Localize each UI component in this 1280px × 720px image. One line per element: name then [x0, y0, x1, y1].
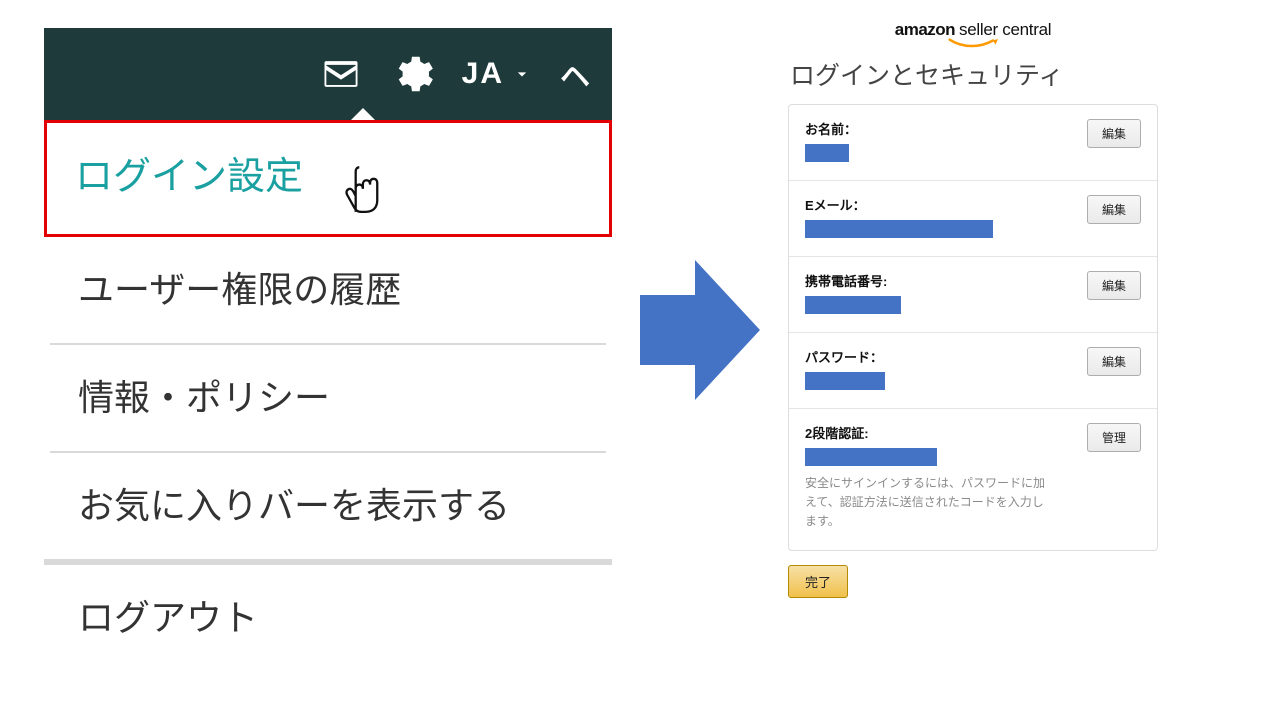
- menu-item-user-permission-history[interactable]: ユーザー権限の履歴: [44, 237, 612, 343]
- redacted-value: [805, 448, 937, 466]
- mail-icon[interactable]: [306, 52, 376, 96]
- amazon-seller-central-logo: amazonseller central: [788, 20, 1158, 48]
- logo-brand: amazon: [895, 20, 955, 39]
- redacted-value: [805, 296, 901, 314]
- row-password: パスワード： 編集: [789, 333, 1157, 409]
- menu-item-login-settings[interactable]: ログイン設定: [44, 120, 612, 237]
- menu-item-info-policy[interactable]: 情報・ポリシー: [44, 345, 612, 451]
- language-code: JA: [462, 57, 504, 91]
- edit-phone-button[interactable]: 編集: [1087, 271, 1141, 300]
- field-label-two-factor: 2段階認証:: [805, 423, 1087, 442]
- row-email: Eメール： 編集: [789, 181, 1157, 257]
- menu-item-logout[interactable]: ログアウト: [44, 565, 612, 671]
- settings-dropdown-screenshot: JA ヘ ログイン設定 ユーザー権限の履歴 情報・ポリシー お気に入りバーを表示…: [44, 28, 612, 671]
- redacted-value: [805, 372, 885, 390]
- field-label-email: Eメール：: [805, 195, 1087, 214]
- edit-email-button[interactable]: 編集: [1087, 195, 1141, 224]
- field-label-password: パスワード：: [805, 347, 1087, 366]
- edit-name-button[interactable]: 編集: [1087, 119, 1141, 148]
- amazon-smile-icon: [946, 38, 1000, 48]
- logo-product: seller central: [959, 20, 1051, 39]
- row-name: お名前： 編集: [789, 105, 1157, 181]
- page-title: ログインとセキュリティ: [790, 56, 1158, 92]
- manage-two-factor-button[interactable]: 管理: [1087, 423, 1141, 452]
- field-label-name: お名前：: [805, 119, 1087, 138]
- menu-item-label: ログアウト: [78, 597, 258, 638]
- security-settings-card: お名前： 編集 Eメール： 編集 携帯電話番号: 編集 パスワード：: [788, 104, 1158, 551]
- login-and-security-page: amazonseller central ログインとセキュリティ お名前： 編集…: [788, 20, 1158, 598]
- language-switcher[interactable]: JA: [462, 57, 532, 91]
- two-factor-description: 安全にサインインするには、パスワードに加えて、認証方法に送信されたコードを入力し…: [805, 474, 1045, 532]
- row-phone: 携帯電話番号: 編集: [789, 257, 1157, 333]
- redacted-value: [805, 144, 849, 162]
- gear-icon[interactable]: [376, 51, 446, 97]
- menu-item-label: ユーザー権限の履歴: [78, 269, 401, 310]
- done-button[interactable]: 完了: [788, 565, 848, 598]
- menu-item-label: 情報・ポリシー: [78, 377, 330, 418]
- transition-arrow-icon: [640, 260, 760, 405]
- redacted-value: [805, 220, 993, 238]
- menu-item-label: お気に入りバーを表示する: [78, 485, 510, 526]
- seller-central-topbar: JA ヘ: [44, 28, 612, 120]
- field-label-phone: 携帯電話番号:: [805, 271, 1087, 290]
- chevron-down-icon: [512, 64, 532, 84]
- row-two-factor: 2段階認証: 安全にサインインするには、パスワードに加えて、認証方法に送信された…: [789, 409, 1157, 550]
- menu-item-label: ログイン設定: [75, 145, 303, 200]
- pointer-cursor-icon: [337, 157, 383, 225]
- settings-dropdown: ログイン設定 ユーザー権限の履歴 情報・ポリシー お気に入りバーを表示する ログ…: [44, 120, 612, 671]
- edit-password-button[interactable]: 編集: [1087, 347, 1141, 376]
- help-link-truncated[interactable]: ヘ: [560, 52, 604, 96]
- menu-item-show-favorites-bar[interactable]: お気に入りバーを表示する: [44, 453, 612, 559]
